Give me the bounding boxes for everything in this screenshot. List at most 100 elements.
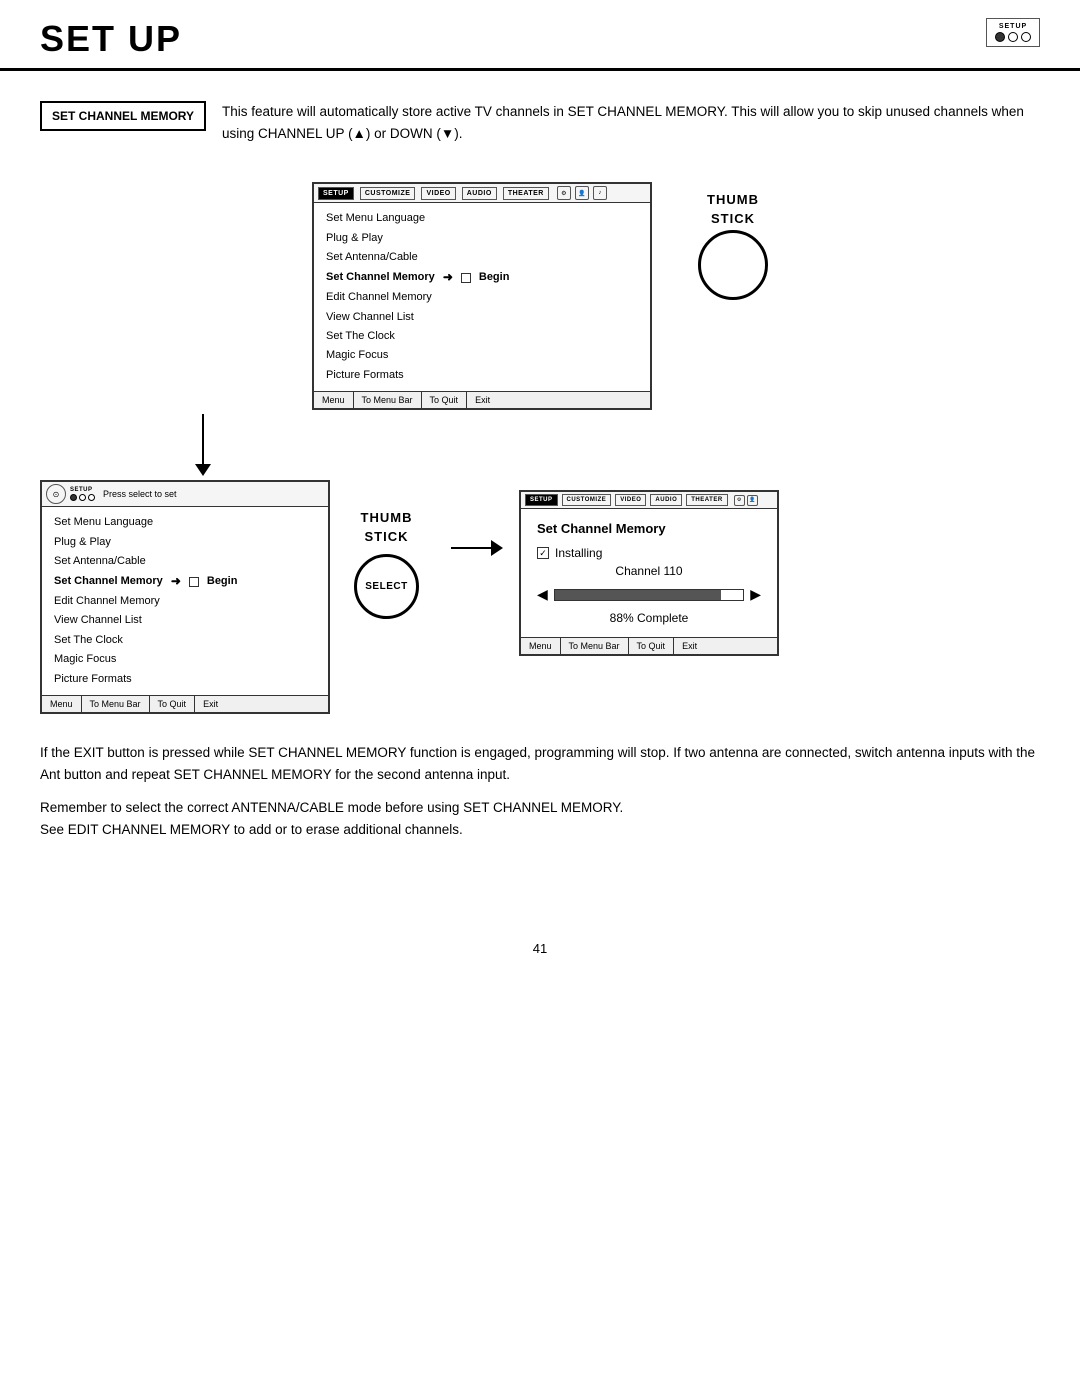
arrow-icon: ➜ (443, 269, 453, 286)
menu-item-formats: Picture Formats (326, 366, 638, 385)
right-arrow (451, 480, 503, 556)
top-tv-icons: ⚙ 👤 ♪ (557, 186, 607, 200)
inst-icon-1: ⚙ (734, 495, 745, 506)
bl-formats: Picture Formats (54, 670, 316, 689)
small-circle-icon: ⊙ (46, 484, 66, 504)
channel-number: Channel 110 (537, 564, 761, 578)
bl-nav-quit: To Quit (150, 696, 196, 712)
tab-theater: THEATER (503, 187, 549, 200)
bottom-setup-label: SETUP (70, 487, 95, 493)
tab-setup: SETUP (318, 187, 354, 200)
progress-right-arrow: ▶ (750, 586, 761, 603)
top-tv-menu-bar: SETUP CUSTOMIZE VIDEO AUDIO THEATER ⚙ 👤 … (314, 184, 650, 203)
bs-c1 (70, 494, 77, 501)
inst-tab-customize: CUSTOMIZE (562, 494, 612, 506)
bl-nav-menubar: To Menu Bar (82, 696, 150, 712)
down-connector (40, 414, 1040, 476)
bottom-tv-menu-bar: ⊙ SETUP Press select to set (42, 482, 328, 507)
bl-menu-channel: Set Channel Memory ➜ Begin (54, 571, 316, 592)
top-tv-nav-bar: Menu To Menu Bar To Quit Exit (314, 391, 650, 408)
inst-nav-menubar: To Menu Bar (561, 638, 629, 654)
bottom-thumb-label2: STICK (365, 529, 409, 544)
progress-bar (554, 589, 744, 601)
tv-icon-2: 👤 (575, 186, 589, 200)
feature-label: SET CHANNEL MEMORY (40, 101, 206, 131)
check-box-icon: ✓ (537, 547, 549, 559)
inst-icon-2: 👤 (747, 495, 758, 506)
progress-bar-container: ◀ ▶ (537, 586, 761, 603)
menu-item-plug: Plug & Play (326, 229, 638, 248)
menu-item-focus: Magic Focus (326, 346, 638, 365)
feature-intro: SET CHANNEL MEMORY This feature will aut… (40, 101, 1040, 144)
installing-label: Installing (555, 546, 602, 560)
inst-tab-video: VIDEO (615, 494, 646, 506)
body-text-1: If the EXIT button is pressed while SET … (40, 742, 1040, 787)
thumb-label-1: THUMB (707, 192, 759, 207)
inst-tab-theater: THEATER (686, 494, 727, 506)
inst-tab-audio: AUDIO (650, 494, 682, 506)
setup-icon-circles (995, 32, 1031, 42)
bl-checkbox (189, 577, 199, 587)
page-number: 41 (0, 941, 1080, 956)
setup-circle-2 (1008, 32, 1018, 42)
bl-nav-exit: Exit (195, 696, 226, 712)
bottom-setup-circles (70, 494, 95, 501)
top-section: SETUP CUSTOMIZE VIDEO AUDIO THEATER ⚙ 👤 … (40, 172, 1040, 410)
bl-begin: Begin (207, 574, 238, 589)
installing-title: Set Channel Memory (537, 521, 761, 536)
nav-quit: To Quit (422, 392, 468, 408)
down-arrow-line (195, 414, 211, 476)
bottom-thumb-area: THUMB STICK SELECT (354, 480, 419, 619)
setup-circle-3 (1021, 32, 1031, 42)
thumb-label-2: STICK (711, 211, 755, 226)
tv-icon-3: ♪ (593, 186, 607, 200)
top-tv-screen: SETUP CUSTOMIZE VIDEO AUDIO THEATER ⚙ 👤 … (312, 182, 652, 410)
page-title: SET UP (40, 18, 182, 60)
inst-nav-menu: Menu (521, 638, 561, 654)
setup-circle-1 (995, 32, 1005, 42)
menu-item-channel-memory: Set Channel Memory ➜ Begin (326, 267, 638, 288)
menu-item-antenna: Set Antenna/Cable (326, 248, 638, 267)
inst-icons: ⚙ 👤 (734, 495, 758, 506)
nav-menubar: To Menu Bar (354, 392, 422, 408)
menu-item-language: Set Menu Language (326, 209, 638, 228)
top-tv-content: Set Menu Language Plug & Play Set Antenn… (314, 203, 650, 391)
menu-item-edit: Edit Channel Memory (326, 288, 638, 307)
select-button[interactable]: SELECT (354, 554, 419, 619)
installing-menu-bar: SETUP CUSTOMIZE VIDEO AUDIO THEATER ⚙ 👤 (521, 492, 777, 509)
bottom-thumb-label1: THUMB (361, 510, 413, 525)
installing-nav: Menu To Menu Bar To Quit Exit (521, 637, 777, 654)
menu-item-clock: Set The Clock (326, 327, 638, 346)
diagrams-section: SETUP CUSTOMIZE VIDEO AUDIO THEATER ⚙ 👤 … (40, 172, 1040, 714)
bs-c3 (88, 494, 95, 501)
bottom-tv-content: Set Menu Language Plug & Play Set Antenn… (42, 507, 328, 695)
arrow-head-right (491, 540, 503, 556)
installing-panel: SETUP CUSTOMIZE VIDEO AUDIO THEATER ⚙ 👤 … (519, 490, 779, 656)
bl-clock: Set The Clock (54, 631, 316, 650)
nav-exit: Exit (467, 392, 498, 408)
bl-menu-plug: Plug & Play (54, 533, 316, 552)
vertical-line (202, 414, 204, 464)
main-content: SET CHANNEL MEMORY This feature will aut… (0, 71, 1080, 881)
bottom-section: ⊙ SETUP Press select to set Set Menu Lan… (40, 480, 1040, 714)
installing-status: ✓ Installing (537, 546, 761, 560)
installing-content: Set Channel Memory ✓ Installing Channel … (521, 509, 777, 637)
nav-menu: Menu (314, 392, 354, 408)
setup-icon-box: SETUP (986, 18, 1040, 47)
begin-label: Begin (479, 270, 510, 285)
top-thumb-stick: THUMB STICK (698, 192, 768, 300)
bl-view: View Channel List (54, 611, 316, 630)
inst-nav-quit: To Quit (629, 638, 675, 654)
tv-icon-1: ⚙ (557, 186, 571, 200)
bl-edit: Edit Channel Memory (54, 592, 316, 611)
setup-icon-label: SETUP (999, 23, 1027, 30)
bl-focus: Magic Focus (54, 650, 316, 669)
body-text-2: Remember to select the correct ANTENNA/C… (40, 797, 1040, 842)
bl-arrow: ➜ (171, 573, 181, 590)
page-header: SET UP SETUP (0, 0, 1080, 71)
bottom-left-tv: ⊙ SETUP Press select to set Set Menu Lan… (40, 480, 330, 714)
progress-fill (555, 590, 721, 600)
bl-nav-menu: Menu (42, 696, 82, 712)
progress-left-arrow: ◀ (537, 586, 548, 603)
tab-audio: AUDIO (462, 187, 497, 200)
